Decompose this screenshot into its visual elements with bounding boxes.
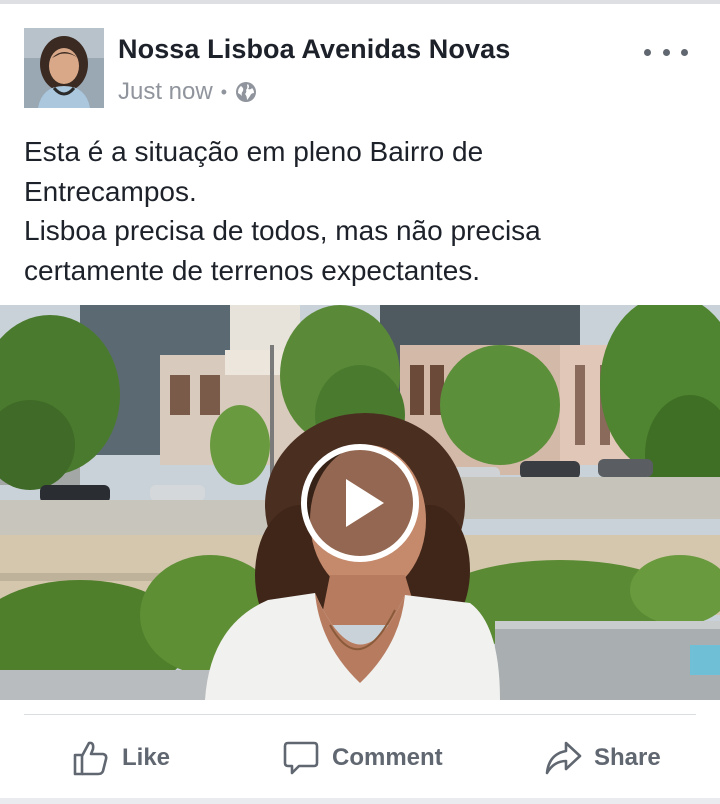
meta-separator: • xyxy=(220,81,228,102)
action-bar: Like Comment Share xyxy=(0,722,720,794)
post-text: Esta é a situação em pleno Bairro de Ent… xyxy=(24,132,704,290)
post-text-line: Entrecampos. xyxy=(24,175,197,207)
avatar-image xyxy=(24,28,104,108)
video-player[interactable] xyxy=(0,305,720,700)
post-text-line: certamente de terrenos expectantes. xyxy=(24,254,481,286)
comment-icon xyxy=(283,741,319,775)
like-button[interactable]: Like xyxy=(72,736,170,780)
comment-label: Comment xyxy=(332,744,443,771)
comment-button[interactable]: Comment xyxy=(282,736,443,780)
post-header: Nossa Lisboa Avenidas Novas Just now • xyxy=(0,0,720,120)
play-icon[interactable] xyxy=(300,443,420,563)
divider xyxy=(24,714,696,715)
like-label: Like xyxy=(122,744,171,771)
share-label: Share xyxy=(594,744,661,771)
author-name[interactable]: Nossa Lisboa Avenidas Novas xyxy=(118,34,510,65)
timestamp[interactable]: Just now xyxy=(118,78,213,106)
post-meta: Just now • xyxy=(118,78,257,106)
avatar[interactable] xyxy=(24,28,104,108)
share-icon xyxy=(545,741,582,775)
like-icon xyxy=(73,741,108,776)
share-button[interactable]: Share xyxy=(544,736,661,780)
more-options-icon[interactable] xyxy=(644,40,688,64)
bottom-border xyxy=(0,798,720,804)
post-text-line: Esta é a situação em pleno Bairro de xyxy=(24,136,484,167)
post-text-line: Lisboa precisa de todos, mas não precisa xyxy=(24,215,541,246)
globe-icon[interactable] xyxy=(235,81,257,103)
